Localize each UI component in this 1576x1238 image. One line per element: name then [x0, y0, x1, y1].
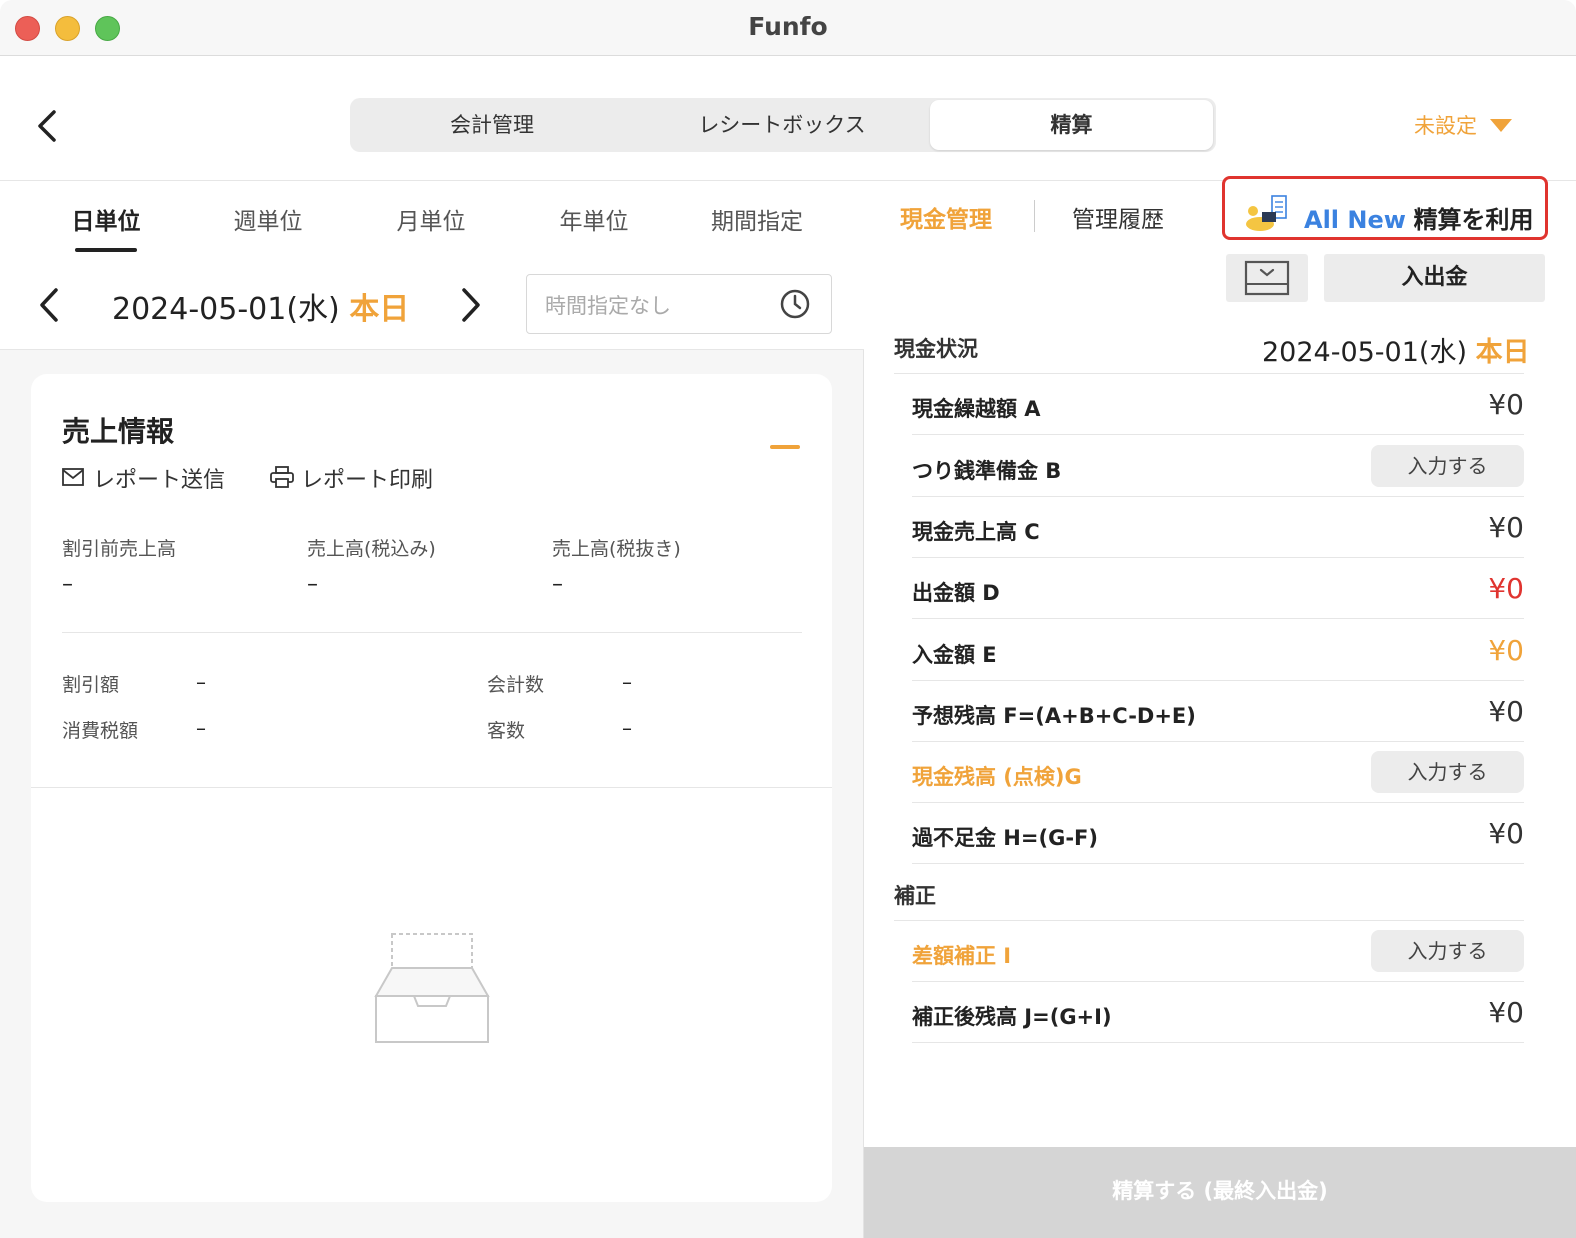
divider [912, 618, 1524, 619]
divider [912, 981, 1524, 982]
divider [912, 557, 1524, 558]
divider [912, 496, 1524, 497]
stat-label: 客数 [487, 720, 526, 742]
withdrawal-label: 出金額 D [912, 581, 1000, 605]
sales-info-title: 売上情報 [62, 415, 175, 448]
stat-label: 消費税額 [62, 720, 139, 742]
divider [912, 741, 1524, 742]
deposit-value: ¥0 [1488, 634, 1524, 667]
use-settlement-text: 精算を利用 [1413, 206, 1534, 234]
over-short-value: ¥0 [1488, 817, 1524, 850]
carryover-label: 現金繰越額 A [912, 397, 1041, 421]
prev-date-icon[interactable] [34, 286, 66, 324]
segment-receipt-box[interactable]: レシートボックス [634, 98, 930, 152]
cash-sales-label: 現金売上高 C [912, 520, 1040, 544]
metric-label: 売上高(税込み) [307, 538, 436, 560]
tab-weekly[interactable]: 週単位 [203, 202, 333, 236]
tab-daily[interactable]: 日単位 [41, 202, 171, 236]
metric-value: – [307, 572, 318, 597]
window-title: Funfo [748, 12, 828, 41]
stat-label: 会計数 [487, 674, 545, 696]
cash-balance-input-button[interactable]: 入力する [1371, 751, 1524, 793]
divider [912, 680, 1524, 681]
stat-value: – [622, 670, 632, 694]
withdrawal-value: ¥0 [1488, 572, 1524, 605]
stat-label: 割引額 [62, 674, 120, 696]
expected-balance-value: ¥0 [1488, 695, 1524, 728]
divider [912, 1042, 1524, 1043]
metric-value: – [552, 572, 563, 597]
clock-icon[interactable] [779, 288, 811, 320]
cash-status-date: 2024-05-01(水) 本日 [1262, 330, 1530, 369]
tab-custom-period[interactable]: 期間指定 [692, 202, 822, 236]
change-reserve-input-button[interactable]: 入力する [1371, 445, 1524, 487]
corrected-balance-value: ¥0 [1488, 996, 1524, 1029]
today-badge: 本日 [1475, 337, 1530, 368]
mail-icon[interactable] [62, 468, 84, 486]
tab-separator [1034, 200, 1035, 232]
carryover-value: ¥0 [1488, 388, 1524, 421]
metric-label: 割引前売上高 [62, 538, 177, 560]
deposit-withdrawal-button[interactable]: 入出金 [1324, 254, 1545, 302]
cash-sales-value: ¥0 [1488, 511, 1524, 544]
change-reserve-label: つり銭準備金 B [912, 459, 1062, 483]
report-send-link[interactable]: レポート送信 [93, 462, 225, 494]
deposit-label: 入金額 E [912, 643, 997, 667]
divider [912, 863, 1524, 864]
stat-value: – [196, 716, 206, 740]
collapse-icon[interactable] [770, 445, 800, 449]
report-print-link[interactable]: レポート印刷 [301, 462, 433, 494]
segment-accounting[interactable]: 会計管理 [350, 98, 634, 152]
tab-cash-management[interactable]: 現金管理 [900, 200, 992, 234]
empty-box-icon [374, 933, 490, 1043]
all-new-settlement-label: All New 精算を利用 [1304, 200, 1534, 235]
expected-balance-label: 予想残高 F=(A+B+C-D+E) [912, 704, 1196, 728]
date-value: 2024-05-01(水) [112, 292, 340, 327]
tab-monthly[interactable]: 月単位 [366, 202, 496, 236]
over-short-label: 過不足金 H=(G-F) [912, 826, 1098, 850]
difference-correction-input-button[interactable]: 入力する [1371, 930, 1524, 972]
metric-value: – [62, 572, 73, 597]
divider [894, 373, 1524, 374]
tab-yearly[interactable]: 年単位 [529, 202, 659, 236]
cash-status-label: 現金状況 [894, 337, 978, 361]
divider [894, 920, 1524, 921]
unset-dropdown[interactable]: 未設定 [1414, 110, 1477, 140]
next-date-icon[interactable] [454, 286, 486, 324]
cash-date-value: 2024-05-01(水) [1262, 337, 1467, 368]
divider [912, 434, 1524, 435]
active-tab-indicator [75, 248, 137, 252]
correction-section-label: 補正 [894, 884, 936, 908]
stat-value: – [622, 716, 632, 740]
divider [62, 632, 802, 633]
difference-correction-label: 差額補正 I [912, 944, 1012, 968]
metric-label: 売上高(税抜き) [552, 538, 681, 560]
printer-icon[interactable] [270, 466, 294, 488]
sales-info-card [31, 374, 832, 1202]
time-filter-placeholder: 時間指定なし [545, 294, 671, 318]
main-segmented-control: 会計管理 レシートボックス 精算 [350, 98, 1216, 152]
tab-management-history[interactable]: 管理履歴 [1072, 200, 1164, 234]
back-chevron-icon[interactable] [30, 106, 70, 146]
settle-button[interactable]: 精算する (最終入出金) [864, 1147, 1576, 1238]
corrected-balance-label: 補正後残高 J=(G+I) [912, 1005, 1112, 1029]
divider [31, 787, 832, 788]
cash-drawer-icon [1244, 260, 1290, 296]
settlement-illustration-icon [1246, 195, 1287, 231]
divider [912, 802, 1524, 803]
segment-settlement[interactable]: 精算 [930, 100, 1213, 150]
today-badge: 本日 [349, 292, 410, 327]
caret-down-icon[interactable] [1490, 119, 1512, 132]
current-date: 2024-05-01(水) 本日 [112, 284, 409, 328]
cash-balance-check-label: 現金残高 (点検)G [912, 765, 1082, 789]
all-new-text: All New [1304, 206, 1406, 234]
stat-value: – [196, 670, 206, 694]
